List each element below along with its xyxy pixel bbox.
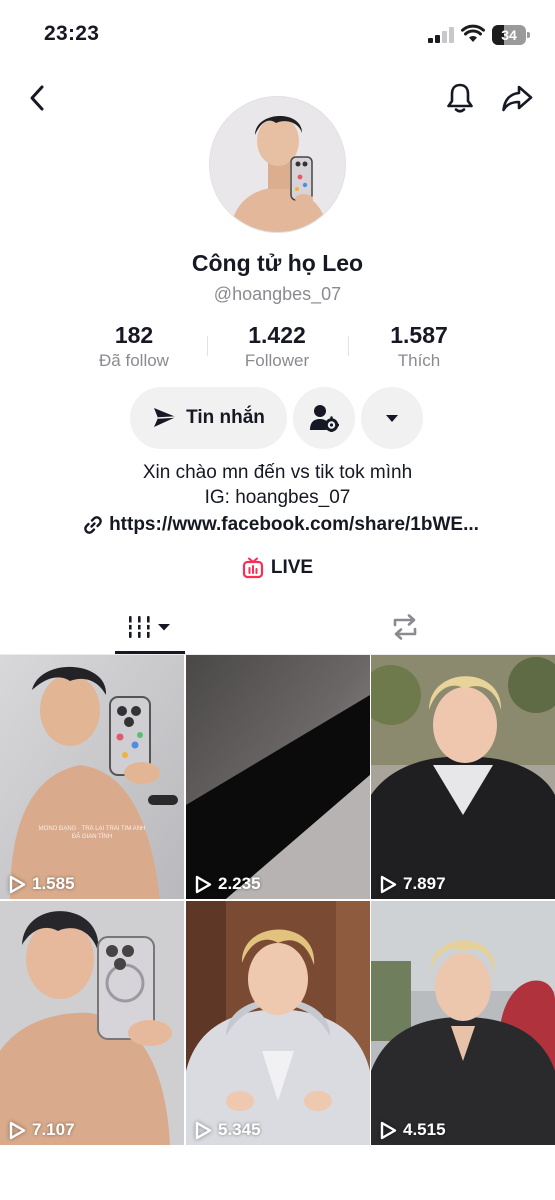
play-icon [195, 1121, 212, 1139]
followers-count: 1.422 [248, 322, 306, 348]
following-count: 182 [114, 322, 154, 348]
video-thumbnail[interactable]: 2.235 [186, 655, 370, 899]
view-count: 7.897 [379, 874, 446, 894]
wifi-icon [461, 24, 485, 42]
display-name: Công tử họ Leo [191, 250, 364, 276]
message-button[interactable]: Tin nhắn [130, 387, 287, 449]
video-thumbnail-image [186, 901, 370, 1145]
live-label: LIVE [270, 557, 314, 578]
likes-count: 1.587 [390, 322, 448, 348]
video-thumbnail[interactable]: 4.515 [371, 901, 555, 1145]
cellular-signal-icon [428, 27, 454, 43]
tv-icon [242, 557, 263, 579]
play-icon [9, 1121, 26, 1139]
followers-stat[interactable]: 1.422 Follower [207, 322, 347, 371]
followers-label: Follower [244, 351, 310, 370]
profile-avatar[interactable] [209, 96, 346, 233]
view-count-text: 2.235 [218, 874, 261, 893]
video-thumbnail[interactable]: 7.897 [371, 655, 555, 899]
play-icon [380, 875, 397, 893]
likes-stat[interactable]: 1.587 Thích [349, 322, 489, 371]
video-thumbnail-image [371, 901, 555, 1145]
video-thumbnail[interactable]: 5.345 [186, 901, 370, 1145]
play-icon [380, 1121, 397, 1139]
view-count: 7.107 [8, 1120, 75, 1140]
following-label: Đã follow [99, 351, 169, 370]
bell-icon [447, 83, 473, 113]
video-thumbnail[interactable]: 7.107 [0, 901, 184, 1145]
view-count-text: 7.897 [403, 874, 446, 893]
view-count: 1.585 [8, 874, 75, 894]
play-icon [9, 875, 26, 893]
username-handle: @hoangbes_07 [213, 284, 342, 304]
view-count-text: 7.107 [32, 1120, 75, 1139]
following-stat[interactable]: 182 Đã follow [64, 322, 204, 371]
grid-bars-icon [127, 616, 170, 638]
content-tabs [0, 600, 555, 655]
likes-label: Thích [397, 351, 441, 370]
view-count-text: 5.345 [218, 1120, 261, 1139]
bio-link-text: https://www.facebook.com/share/1bWE... [109, 514, 479, 535]
video-thumbnail-image [186, 655, 370, 899]
video-caption: MONO ĐẶNG · TRẢ LẠI TRÁI TIM ANH ĐÃ GIAN… [38, 826, 146, 840]
view-count: 2.235 [194, 874, 261, 894]
view-count-text: 4.515 [403, 1120, 446, 1139]
person-gear-icon [310, 405, 339, 432]
paper-plane-icon [154, 408, 177, 427]
view-count: 5.345 [194, 1120, 261, 1140]
status-bar: 23:23 34 [0, 0, 555, 70]
bio-link[interactable]: https://www.facebook.com/share/1bWE... [66, 514, 496, 536]
repost-icon [393, 614, 417, 640]
back-button[interactable] [18, 78, 58, 118]
share-arrow-icon [502, 85, 533, 112]
add-friend-settings-button[interactable] [293, 387, 355, 449]
play-icon [195, 875, 212, 893]
bio-line: IG: hoangbes_07 [204, 487, 351, 508]
bio-line: Xin chào mn đến vs tik tok mình [142, 462, 413, 483]
share-profile-button[interactable] [497, 78, 537, 118]
video-thumbnail-image [371, 655, 555, 899]
status-time: 23:23 [44, 22, 100, 45]
chevron-left-icon [30, 85, 44, 111]
live-button[interactable]: LIVE [0, 557, 555, 579]
avatar-photo [210, 97, 345, 232]
link-icon [84, 516, 102, 534]
battery-percentage: 34 [501, 27, 517, 43]
video-thumbnail[interactable]: MONO ĐẶNG · TRẢ LẠI TRÁI TIM ANH ĐÃ GIAN… [0, 655, 184, 899]
view-count: 4.515 [379, 1120, 446, 1140]
video-thumbnail-image [0, 901, 184, 1145]
tab-videos[interactable] [115, 600, 185, 654]
view-count-text: 1.585 [32, 874, 75, 893]
video-thumbnail-image [0, 655, 184, 899]
tab-reposts[interactable] [370, 600, 440, 654]
notifications-button[interactable] [440, 78, 480, 118]
more-options-button[interactable] [361, 387, 423, 449]
battery-indicator: 34 [492, 25, 530, 45]
message-button-label: Tin nhắn [186, 407, 265, 428]
caret-down-icon [386, 414, 398, 422]
